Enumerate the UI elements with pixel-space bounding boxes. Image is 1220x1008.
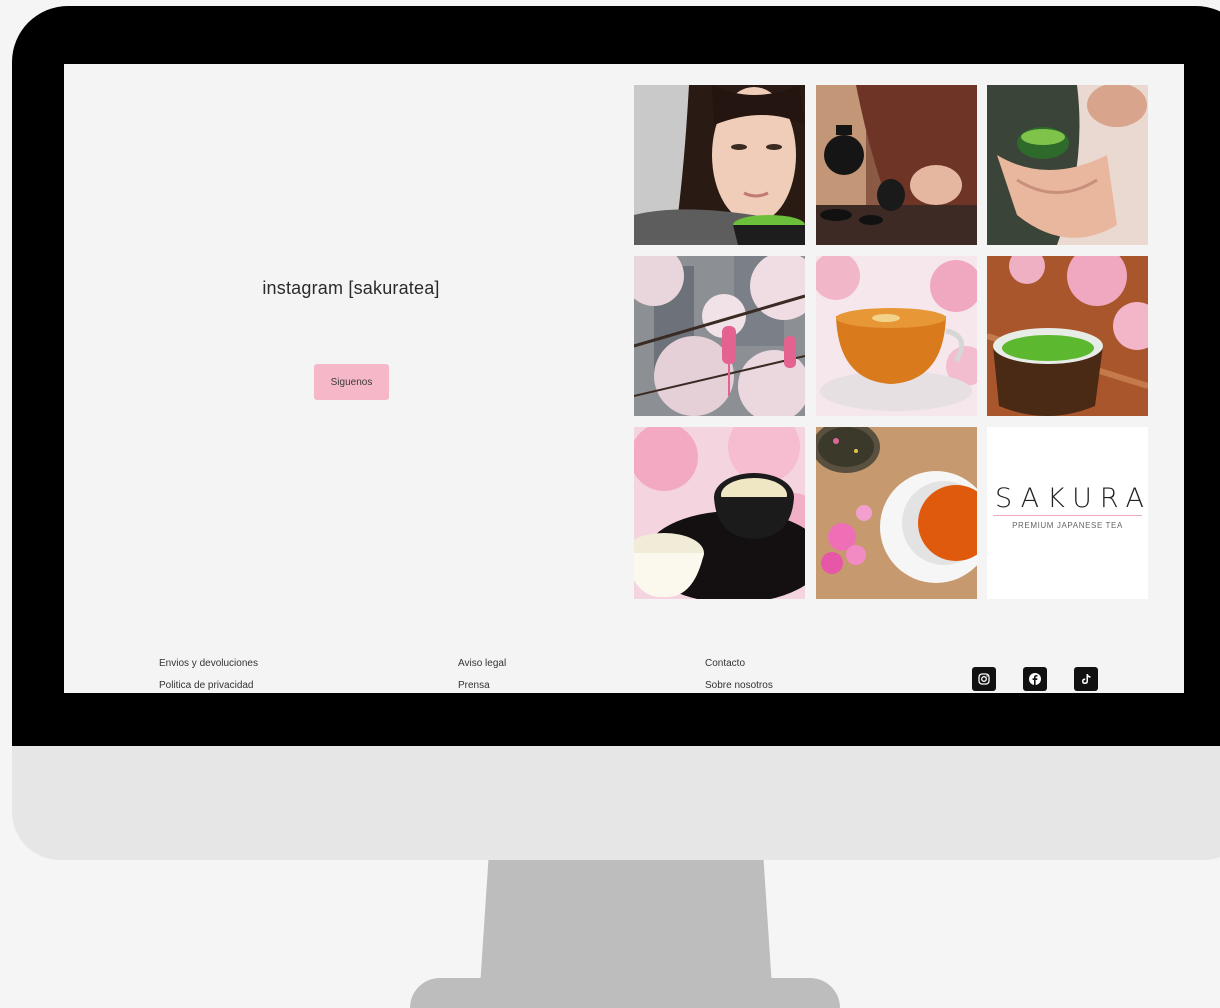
photo-matcha-bowl-blossoms[interactable] [987, 256, 1148, 416]
instagram-icon[interactable] [972, 667, 996, 691]
footer-link-privacy[interactable]: Politica de privacidad [159, 680, 254, 691]
footer-link-about[interactable]: Sobre nosotros [705, 680, 773, 691]
photo-hands-holding-matcha[interactable] [987, 85, 1148, 245]
photo-black-tea-glass-cup[interactable] [816, 256, 977, 416]
footer-link-legal[interactable]: Aviso legal [458, 658, 506, 669]
facebook-icon[interactable] [1023, 667, 1047, 691]
footer-link-shipping[interactable]: Envios y devoluciones [159, 658, 258, 669]
sakura-logo-tile[interactable]: SAKURA PREMIUM JAPANESE TEA [987, 427, 1148, 599]
monitor-stand-base [410, 978, 840, 1008]
logo-divider [993, 515, 1142, 516]
photo-green-tea-cups-tray[interactable] [634, 427, 805, 599]
website-screen: instagram [sakuratea] Siguenos SAKURA PR… [64, 64, 1184, 693]
tiktok-icon[interactable] [1074, 667, 1098, 691]
monitor-stand [480, 855, 772, 987]
follow-button[interactable]: Siguenos [314, 364, 389, 400]
photo-woman-drinking-matcha[interactable] [634, 85, 805, 245]
footer-link-contact[interactable]: Contacto [705, 658, 745, 669]
photo-tea-ceremony-pouring[interactable] [816, 85, 977, 245]
footer-link-press[interactable]: Prensa [458, 680, 490, 691]
sakura-logo-wordmark: SAKURA [995, 483, 1148, 514]
photo-loose-tea-and-cup[interactable] [816, 427, 977, 599]
sakura-logo-tagline: PREMIUM JAPANESE TEA [1012, 521, 1123, 530]
instagram-heading: instagram [sakuratea] [262, 278, 440, 298]
photo-cherry-blossom-lanterns[interactable] [634, 256, 805, 416]
